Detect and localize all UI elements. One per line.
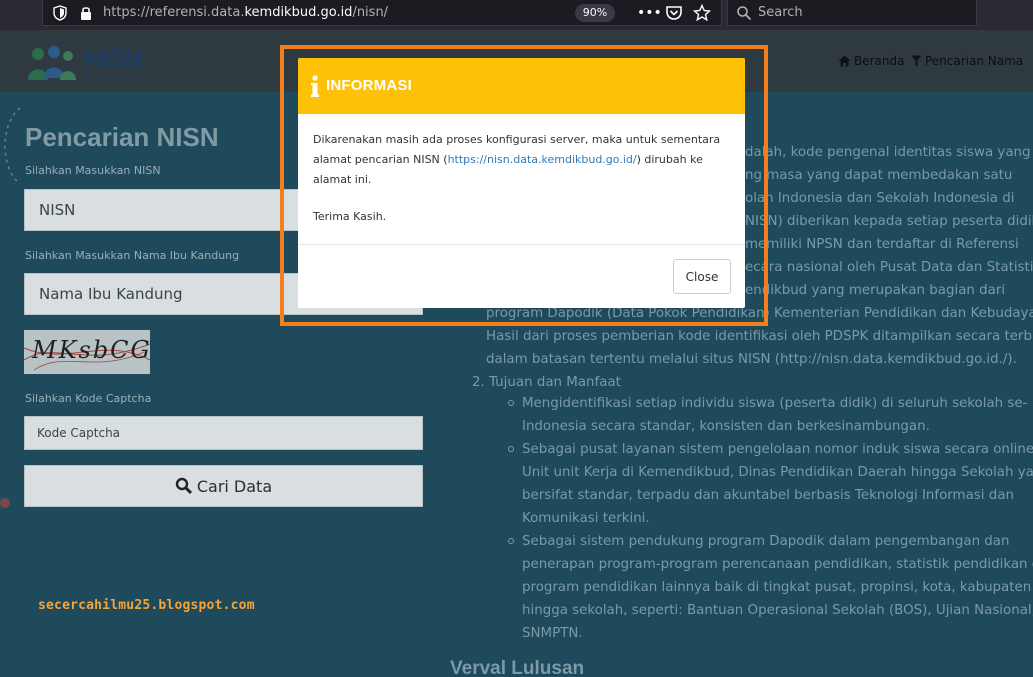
content-line-3: olah Indonesia dan Sekolah Indonesia di (745, 191, 1015, 206)
nisn-link[interactable]: https://nisn.data.kemdikbud.go.id/ (448, 153, 637, 166)
bullet-3-line-3: program pendidikan lainnya baik di tingk… (522, 580, 1032, 595)
url-text[interactable]: https://referensi.data.kemdikbud.go.id/n… (103, 5, 388, 20)
captcha-image: MKsbCG (24, 330, 150, 374)
content-line-9: Hasil dari proses pemberian kode identif… (486, 329, 1033, 344)
zoom-badge[interactable]: 90% (575, 4, 615, 22)
content-line-5: memiliki NPSN dan terdaftar di Referensi (745, 237, 1019, 252)
bullet-3-line-2: penerapan program-program perencanaan pe… (522, 557, 1033, 572)
lock-icon[interactable] (79, 5, 93, 21)
verval-lulusan-heading: Verval Lulusan (450, 658, 585, 677)
mother-name-placeholder: Nama Ibu Kandung (39, 285, 183, 303)
form-title: Pencarian NISN (25, 122, 219, 152)
bullet-1-line-2: Indonesia secara standar, konsisten dan … (522, 419, 930, 434)
browser-search-bar[interactable]: Search (727, 0, 977, 26)
modal-message: Dikarenakan masih ada proses konfigurasi… (313, 130, 733, 190)
content-line-4: NISN) diberikan kepada setiap peserta di… (745, 214, 1033, 229)
logo-text: NISN (84, 44, 143, 74)
bullet-3-line-5: SNMPTN. (522, 626, 583, 641)
logo-subtitle: NOMOR INDUK SISWA NASIONAL (84, 74, 150, 79)
captcha-placeholder: Kode Captcha (37, 426, 121, 440)
watermark: secercahilmu25.blogspot.com (38, 598, 255, 613)
modal-header: INFORMASI (298, 58, 745, 114)
bullet-2-line-3: bersifat standar, terpadu dan akuntabel … (522, 488, 1014, 503)
search-icon (175, 477, 192, 495)
star-icon[interactable] (693, 4, 711, 22)
search-button[interactable]: Cari Data (24, 465, 423, 507)
browser-search-placeholder: Search (758, 5, 803, 20)
nav-pencarian-nama-label: Pencarian Nama (925, 54, 1024, 68)
bullet-2-line-2: Unit unit Kerja di Kemendikbud, Dinas Pe… (522, 465, 1033, 480)
captcha-text: MKsbCG (32, 336, 152, 364)
mother-name-label: Silahkan Masukkan Nama Ibu Kandung (25, 249, 240, 262)
modal-divider (298, 244, 745, 245)
nav-pencarian-nama[interactable]: Pencarian Nama (911, 54, 1023, 68)
url-path: /nisn/ (352, 5, 389, 20)
nav-beranda-label: Beranda (854, 54, 905, 68)
info-modal: INFORMASI Dikarenakan masih ada proses k… (298, 58, 745, 308)
content-line-1: dalah, kode pengenal identitas siswa yan… (745, 145, 1031, 160)
content-line-2: ng masa yang dapat membedakan satu (745, 168, 1013, 183)
bullet-1 (508, 400, 514, 406)
modal-thanks: Terima Kasih. (313, 210, 387, 223)
decorative-dot (0, 498, 10, 508)
bullet-3 (508, 538, 514, 544)
close-button[interactable]: Close (673, 259, 731, 294)
captcha-input[interactable]: Kode Captcha (24, 416, 423, 450)
search-icon (737, 6, 752, 21)
search-button-label: Cari Data (196, 476, 273, 496)
nisn-label: Silahkan Masukkan NISN (25, 164, 161, 177)
filter-icon (911, 55, 922, 67)
modal-title: INFORMASI (326, 77, 412, 94)
nisn-logo[interactable]: NISN NOMOR INDUK SISWA NASIONAL (24, 38, 149, 86)
browser-toolbar: https://referensi.data.kemdikbud.go.id/n… (0, 0, 1033, 30)
bullet-2-line-1: Sebagai pusat layanan sistem pengelolaan… (522, 442, 1033, 457)
pocket-icon[interactable] (665, 4, 683, 22)
bullet-2 (508, 446, 514, 452)
decorative-arc (4, 107, 21, 185)
content-line-7: endikbud yang merupakan bagian dari (745, 283, 1006, 298)
bullet-2-line-4: Komunikasi terkini. (522, 511, 650, 526)
url-host: kemdikbud.go.id (244, 5, 353, 20)
content-line-10: dalam batasan tertentu melalui situs NIS… (486, 352, 1017, 367)
bullet-3-line-4: hingga sekolah, seperti: Bantuan Operasi… (522, 603, 1033, 618)
bullet-1-line-1: Mengidentifikasi setiap individu siswa (… (522, 396, 1028, 411)
url-prefix: https://referensi.data. (103, 5, 245, 20)
url-bar[interactable]: https://referensi.data.kemdikbud.go.id/n… (42, 0, 722, 26)
captcha-label: Silahkan Kode Captcha (25, 392, 152, 405)
content-line-6: ecara nasional oleh Pusat Data dan Stati… (745, 260, 1033, 275)
shield-icon[interactable] (53, 5, 67, 21)
info-icon (311, 75, 319, 97)
nav-beranda[interactable]: Beranda (838, 54, 904, 68)
nisn-placeholder: NISN (39, 201, 76, 219)
home-icon (838, 55, 851, 67)
section-tujuan-heading: 2. Tujuan dan Manfaat (472, 375, 621, 390)
nisn-logo-icon (28, 46, 76, 80)
bullet-3-line-1: Sebagai sistem pendukung program Dapodik… (522, 534, 1010, 549)
more-icon[interactable]: ••• (637, 4, 662, 22)
